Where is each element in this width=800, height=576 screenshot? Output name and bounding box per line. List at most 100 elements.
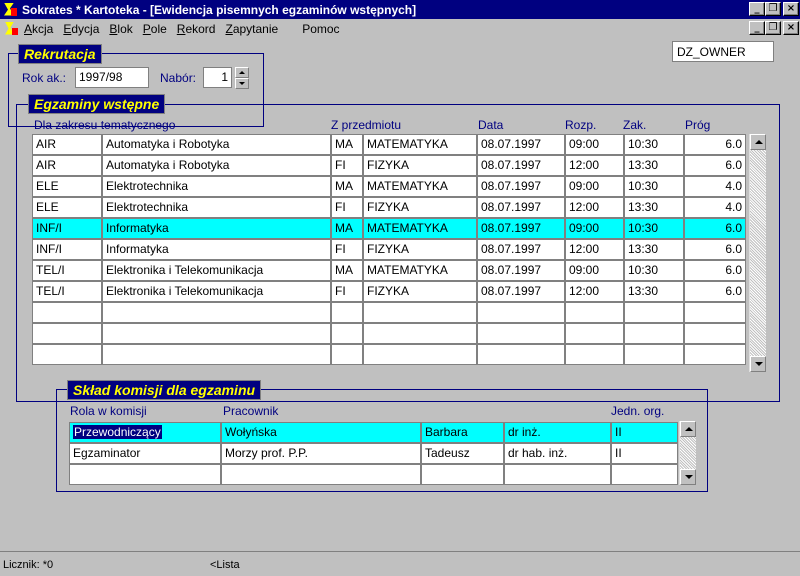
egzamin-threshold-cell[interactable]: 6.0 [684, 239, 746, 260]
egzamin-start-cell[interactable] [565, 302, 624, 323]
egzamin-subj-cell[interactable]: FI [331, 239, 363, 260]
egzamin-start-cell[interactable]: 09:00 [565, 218, 624, 239]
egzamin-subj-name-cell[interactable]: MATEMATYKA [363, 218, 477, 239]
nabor-spinner[interactable] [235, 67, 249, 89]
egzamin-start-cell[interactable]: 12:00 [565, 155, 624, 176]
egzamin-code-cell[interactable]: TEL/I [32, 281, 102, 302]
komisja-surname-cell[interactable] [221, 464, 421, 485]
egzamin-start-cell[interactable]: 12:00 [565, 239, 624, 260]
egzamin-date-cell[interactable]: 08.07.1997 [477, 176, 565, 197]
komisja-title-cell[interactable]: dr inż. [504, 422, 611, 443]
menu-zapytanie[interactable]: Zapytanie [225, 22, 278, 36]
doc-restore-icon[interactable]: ❐ [765, 21, 781, 35]
egzamin-end-cell[interactable]: 13:30 [624, 197, 684, 218]
document-icon[interactable] [4, 21, 20, 37]
egzamin-threshold-cell[interactable]: 4.0 [684, 176, 746, 197]
komisja-role-cell[interactable] [69, 464, 221, 485]
scroll-track[interactable] [680, 437, 696, 469]
egzamin-subj-cell[interactable]: FI [331, 281, 363, 302]
nabor-input[interactable]: 1 [203, 67, 232, 88]
komisja-surname-cell[interactable]: Wołyńska [221, 422, 421, 443]
egzamin-date-cell[interactable]: 08.07.1997 [477, 239, 565, 260]
egzamin-end-cell[interactable]: 13:30 [624, 239, 684, 260]
egzaminy-scrollbar[interactable] [749, 134, 766, 372]
egzamin-threshold-cell[interactable] [684, 302, 746, 323]
egzamin-end-cell[interactable] [624, 323, 684, 344]
egzamin-start-cell[interactable]: 12:00 [565, 281, 624, 302]
egzamin-threshold-cell[interactable]: 6.0 [684, 155, 746, 176]
egzamin-name-cell[interactable]: Informatyka [102, 218, 331, 239]
egzamin-subj-name-cell[interactable]: MATEMATYKA [363, 134, 477, 155]
egzamin-subj-name-cell[interactable]: FIZYKA [363, 281, 477, 302]
egzamin-date-cell[interactable]: 08.07.1997 [477, 260, 565, 281]
komisja-title-cell[interactable] [504, 464, 611, 485]
scroll-track[interactable] [750, 150, 766, 356]
egzamin-name-cell[interactable] [102, 323, 331, 344]
egzamin-end-cell[interactable]: 13:30 [624, 281, 684, 302]
egzamin-end-cell[interactable]: 10:30 [624, 260, 684, 281]
egzamin-subj-name-cell[interactable]: FIZYKA [363, 239, 477, 260]
komisja-role-cell[interactable]: Egzaminator [69, 443, 221, 464]
egzamin-threshold-cell[interactable]: 6.0 [684, 260, 746, 281]
egzamin-code-cell[interactable]: ELE [32, 197, 102, 218]
doc-minimize-icon[interactable]: _ [749, 21, 765, 35]
egzamin-subj-cell[interactable] [331, 302, 363, 323]
egzamin-subj-name-cell[interactable] [363, 323, 477, 344]
egzamin-code-cell[interactable] [32, 302, 102, 323]
egzamin-start-cell[interactable]: 09:00 [565, 260, 624, 281]
egzamin-subj-cell[interactable]: FI [331, 197, 363, 218]
egzamin-subj-name-cell[interactable] [363, 344, 477, 365]
egzamin-name-cell[interactable]: Automatyka i Robotyka [102, 155, 331, 176]
egzamin-start-cell[interactable] [565, 344, 624, 365]
egzamin-end-cell[interactable]: 13:30 [624, 155, 684, 176]
komisja-role-cell[interactable]: Przewodniczący [69, 422, 221, 443]
komisja-first-cell[interactable] [421, 464, 504, 485]
komisja-first-cell[interactable]: Barbara [421, 422, 504, 443]
menu-pomoc[interactable]: Pomoc [302, 22, 339, 36]
egzamin-threshold-cell[interactable]: 6.0 [684, 281, 746, 302]
egzamin-date-cell[interactable] [477, 302, 565, 323]
egzamin-end-cell[interactable]: 10:30 [624, 218, 684, 239]
egzamin-name-cell[interactable]: Informatyka [102, 239, 331, 260]
scroll-up-icon[interactable] [750, 134, 766, 150]
egzamin-code-cell[interactable] [32, 323, 102, 344]
egzamin-name-cell[interactable]: Elektronika i Telekomunikacja [102, 281, 331, 302]
egzamin-subj-name-cell[interactable]: MATEMATYKA [363, 260, 477, 281]
doc-close-icon[interactable]: × [783, 21, 799, 35]
egzamin-name-cell[interactable]: Elektronika i Telekomunikacja [102, 260, 331, 281]
spin-up-icon[interactable] [235, 67, 249, 78]
egzamin-start-cell[interactable]: 12:00 [565, 197, 624, 218]
egzamin-date-cell[interactable]: 08.07.1997 [477, 134, 565, 155]
komisja-first-cell[interactable]: Tadeusz [421, 443, 504, 464]
egzamin-date-cell[interactable]: 08.07.1997 [477, 218, 565, 239]
egzamin-start-cell[interactable]: 09:00 [565, 134, 624, 155]
egzamin-subj-name-cell[interactable]: MATEMATYKA [363, 176, 477, 197]
egzamin-end-cell[interactable]: 10:30 [624, 134, 684, 155]
egzamin-subj-cell[interactable]: MA [331, 176, 363, 197]
komisja-scrollbar[interactable] [679, 421, 696, 485]
egzamin-name-cell[interactable]: Elektrotechnika [102, 197, 331, 218]
scroll-down-icon[interactable] [750, 356, 766, 372]
egzamin-subj-cell[interactable]: FI [331, 155, 363, 176]
egzamin-end-cell[interactable]: 10:30 [624, 176, 684, 197]
spin-down-icon[interactable] [235, 78, 249, 89]
restore-icon[interactable]: ❐ [765, 2, 781, 16]
menu-edycja[interactable]: Edycja [63, 22, 99, 36]
egzamin-code-cell[interactable]: INF/I [32, 218, 102, 239]
egzamin-code-cell[interactable]: TEL/I [32, 260, 102, 281]
egzamin-subj-name-cell[interactable]: FIZYKA [363, 197, 477, 218]
menu-blok[interactable]: Blok [109, 22, 132, 36]
egzamin-subj-name-cell[interactable]: FIZYKA [363, 155, 477, 176]
komisja-unit-cell[interactable]: II [611, 422, 678, 443]
close-icon[interactable]: × [783, 2, 799, 16]
menu-pole[interactable]: Pole [143, 22, 167, 36]
egzamin-threshold-cell[interactable]: 4.0 [684, 197, 746, 218]
egzamin-subj-cell[interactable]: MA [331, 260, 363, 281]
menu-rekord[interactable]: Rekord [177, 22, 216, 36]
egzamin-date-cell[interactable]: 08.07.1997 [477, 155, 565, 176]
egzamin-code-cell[interactable]: AIR [32, 134, 102, 155]
rok-input[interactable]: 1997/98 [75, 67, 149, 88]
komisja-title-cell[interactable]: dr hab. inż. [504, 443, 611, 464]
egzamin-name-cell[interactable] [102, 344, 331, 365]
egzamin-date-cell[interactable]: 08.07.1997 [477, 197, 565, 218]
